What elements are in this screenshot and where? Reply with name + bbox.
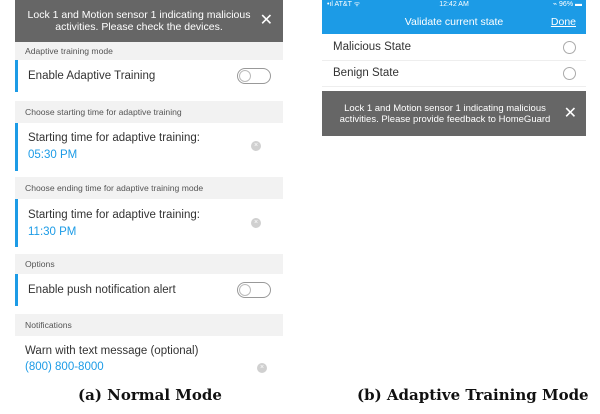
clear-icon[interactable]: × <box>251 218 261 228</box>
end-time-row[interactable]: Starting time for adaptive training: 11:… <box>15 199 283 247</box>
done-button[interactable]: Done <box>551 16 576 28</box>
close-icon[interactable]: ✕ <box>564 105 577 122</box>
alert-toast: Lock 1 and Motion sensor 1 indicating ma… <box>15 0 283 42</box>
feedback-toast: Lock 1 and Motion sensor 1 indicating ma… <box>322 91 586 136</box>
phone-number-value[interactable]: (800) 800-8000 <box>25 361 104 373</box>
status-bar: •ıl AT&T ᯤ 12:42 AM ⌁ 96% ▬ <box>322 0 586 10</box>
radio-button[interactable] <box>563 67 576 80</box>
toggle-knob <box>239 70 251 82</box>
end-time-value[interactable]: 11:30 PM <box>28 226 76 238</box>
section-notifications: Notifications <box>15 314 283 336</box>
push-notification-label: Enable push notification alert <box>28 284 176 296</box>
start-time-row[interactable]: Starting time for adaptive training: 05:… <box>15 123 283 171</box>
enable-adaptive-training-toggle[interactable] <box>237 68 271 84</box>
toggle-knob <box>239 284 251 296</box>
battery-icon: ⌁ 96% ▬ <box>552 1 582 8</box>
normal-mode-screen: Lock 1 and Motion sensor 1 indicating ma… <box>15 0 283 380</box>
nav-bar: Validate current state Done <box>322 10 586 34</box>
start-time-value[interactable]: 05:30 PM <box>28 149 77 161</box>
close-icon[interactable]: ✕ <box>260 13 273 29</box>
caption-normal-mode: (a) Normal Mode <box>78 386 222 404</box>
feedback-toast-message: Lock 1 and Motion sensor 1 indicating ma… <box>339 102 551 125</box>
option-benign-state[interactable]: Benign State <box>322 61 586 87</box>
status-time: 12:42 AM <box>439 1 469 8</box>
enable-adaptive-training-label: Enable Adaptive Training <box>28 70 156 82</box>
section-adaptive-mode: Adaptive training mode <box>15 42 283 60</box>
section-ending-time: Choose ending time for adaptive training… <box>15 177 283 199</box>
text-message-row[interactable]: Warn with text message (optional) (800) … <box>15 336 283 380</box>
section-options: Options <box>15 254 283 274</box>
nav-title: Validate current state <box>404 16 504 28</box>
option-label: Benign State <box>333 67 399 79</box>
push-notification-toggle[interactable] <box>237 282 271 298</box>
alert-toast-message: Lock 1 and Motion sensor 1 indicating ma… <box>27 9 251 33</box>
radio-button[interactable] <box>563 41 576 54</box>
caption-adaptive-training-mode: (b) Adaptive Training Mode <box>357 386 589 404</box>
clear-icon[interactable]: × <box>251 141 261 151</box>
adaptive-training-screen: •ıl AT&T ᯤ 12:42 AM ⌁ 96% ▬ Validate cur… <box>322 0 586 200</box>
option-malicious-state[interactable]: Malicious State <box>322 35 586 61</box>
option-label: Malicious State <box>333 41 411 53</box>
start-time-label: Starting time for adaptive training: <box>28 132 200 144</box>
clear-icon[interactable]: × <box>257 363 267 373</box>
enable-adaptive-training-row[interactable]: Enable Adaptive Training <box>15 60 283 92</box>
text-message-label: Warn with text message (optional) <box>25 345 199 357</box>
end-time-label: Starting time for adaptive training: <box>28 209 200 221</box>
push-notification-row[interactable]: Enable push notification alert <box>15 274 283 306</box>
section-starting-time: Choose starting time for adaptive traini… <box>15 101 283 123</box>
